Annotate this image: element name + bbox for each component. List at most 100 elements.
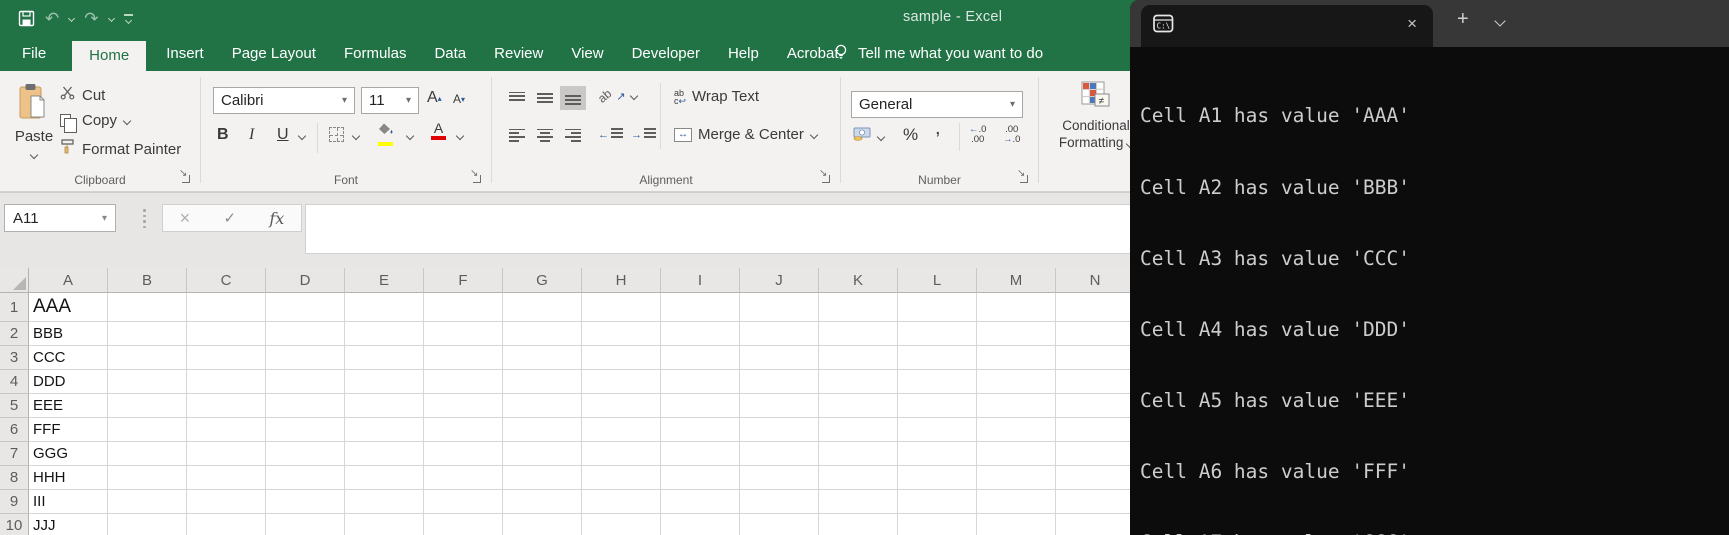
tab-dropdown-chevron-icon[interactable] bbox=[1494, 15, 1505, 26]
name-box[interactable]: A11 ▾ bbox=[4, 204, 116, 232]
row-header-2[interactable]: 2 bbox=[0, 322, 29, 346]
number-format-select[interactable]: General ▾ bbox=[851, 91, 1023, 118]
decrease-indent-button[interactable]: ← bbox=[598, 128, 623, 141]
font-color-button[interactable]: A bbox=[431, 122, 446, 140]
merge-center-button[interactable]: ↔ Merge & Center bbox=[674, 126, 817, 143]
column-header-H[interactable]: H bbox=[582, 268, 661, 293]
cell-A9[interactable]: III bbox=[29, 490, 108, 514]
font-name-select[interactable]: Calibri ▾ bbox=[213, 87, 355, 114]
row-header-5[interactable]: 5 bbox=[0, 394, 29, 418]
tab-close-icon[interactable]: × bbox=[1407, 15, 1417, 32]
row-header-4[interactable]: 4 bbox=[0, 370, 29, 394]
number-dialog-launcher-icon[interactable]: ↘ bbox=[1017, 172, 1029, 184]
align-right-button[interactable] bbox=[560, 123, 586, 147]
column-header-G[interactable]: G bbox=[503, 268, 582, 293]
middle-align-button[interactable] bbox=[532, 86, 558, 110]
cell-A3[interactable]: CCC bbox=[29, 346, 108, 370]
formula-input[interactable] bbox=[305, 204, 1135, 254]
tab-view[interactable]: View bbox=[557, 36, 617, 71]
underline-dropdown-icon[interactable] bbox=[298, 132, 306, 140]
bold-button[interactable]: B bbox=[217, 126, 229, 144]
column-header-F[interactable]: F bbox=[424, 268, 503, 293]
increase-indent-button[interactable]: → bbox=[631, 128, 656, 141]
customize-quick-access-icon[interactable] bbox=[124, 14, 133, 23]
column-header-B[interactable]: B bbox=[108, 268, 187, 293]
save-icon[interactable] bbox=[18, 10, 35, 27]
increase-decimal-button[interactable]: ←.0.00 bbox=[969, 125, 986, 144]
row-header-8[interactable]: 8 bbox=[0, 466, 29, 490]
column-header-N[interactable]: N bbox=[1056, 268, 1130, 293]
column-header-I[interactable]: I bbox=[661, 268, 740, 293]
tab-help[interactable]: Help bbox=[714, 36, 773, 71]
tab-review[interactable]: Review bbox=[480, 36, 557, 71]
column-header-J[interactable]: J bbox=[740, 268, 819, 293]
column-header-L[interactable]: L bbox=[898, 268, 977, 293]
redo-dropdown-icon[interactable] bbox=[107, 14, 114, 21]
tab-insert[interactable]: Insert bbox=[152, 36, 218, 71]
comma-style-button[interactable]: , bbox=[935, 123, 941, 133]
bottom-align-button[interactable] bbox=[560, 86, 586, 110]
redo-icon[interactable]: ↷ bbox=[84, 10, 98, 27]
undo-dropdown-icon[interactable] bbox=[68, 14, 75, 21]
new-tab-icon[interactable]: + bbox=[1457, 9, 1469, 29]
paste-button[interactable]: Paste bbox=[10, 83, 58, 163]
row-header-6[interactable]: 6 bbox=[0, 418, 29, 442]
align-left-button[interactable] bbox=[504, 123, 530, 147]
fill-color-button[interactable] bbox=[377, 123, 394, 146]
orientation-button[interactable]: ab ↗ bbox=[598, 89, 637, 103]
wrap-text-button[interactable]: abc↩ Wrap Text bbox=[674, 88, 759, 105]
top-align-button[interactable] bbox=[504, 86, 530, 110]
enter-icon[interactable]: ✓ bbox=[223, 209, 236, 227]
decrease-decimal-button[interactable]: .00→.0 bbox=[1003, 125, 1020, 144]
font-dialog-launcher-icon[interactable]: ↘ bbox=[470, 172, 482, 184]
align-center-button[interactable] bbox=[532, 123, 558, 147]
terminal-output[interactable]: Cell A1 has value 'AAA' Cell A2 has valu… bbox=[1130, 47, 1729, 535]
tab-data[interactable]: Data bbox=[420, 36, 480, 71]
cut-button[interactable]: Cut bbox=[60, 85, 105, 105]
alignment-dialog-launcher-icon[interactable]: ↘ bbox=[819, 172, 831, 184]
cell-A7[interactable]: GGG bbox=[29, 442, 108, 466]
column-header-M[interactable]: M bbox=[977, 268, 1056, 293]
insert-function-icon[interactable]: fx bbox=[269, 209, 284, 228]
fill-color-dropdown-icon[interactable] bbox=[406, 132, 414, 140]
undo-icon[interactable]: ↶ bbox=[45, 10, 59, 27]
borders-button[interactable] bbox=[329, 127, 344, 142]
cell-A10[interactable]: JJJ bbox=[29, 514, 108, 535]
copy-button[interactable]: Copy bbox=[60, 112, 130, 129]
cancel-icon[interactable]: × bbox=[180, 208, 191, 229]
conditional-formatting-button[interactable]: ≠ Conditional Formatting bbox=[1053, 81, 1139, 150]
tab-home[interactable]: Home bbox=[72, 41, 146, 71]
tab-file[interactable]: File bbox=[8, 36, 60, 71]
borders-dropdown-icon[interactable] bbox=[352, 132, 360, 140]
row-header-7[interactable]: 7 bbox=[0, 442, 29, 466]
cell-A1[interactable]: AAA bbox=[29, 293, 108, 322]
column-header-K[interactable]: K bbox=[819, 268, 898, 293]
format-painter-button[interactable]: Format Painter bbox=[60, 139, 181, 159]
row-header-9[interactable]: 9 bbox=[0, 490, 29, 514]
row-header-10[interactable]: 10 bbox=[0, 514, 29, 535]
clipboard-dialog-launcher-icon[interactable]: ↘ bbox=[179, 172, 191, 184]
column-header-A[interactable]: A bbox=[29, 268, 108, 293]
percent-style-button[interactable]: % bbox=[903, 125, 918, 145]
accounting-format-button[interactable] bbox=[853, 127, 884, 146]
tab-page-layout[interactable]: Page Layout bbox=[218, 36, 330, 71]
column-header-C[interactable]: C bbox=[187, 268, 266, 293]
decrease-font-size-button[interactable]: A▾ bbox=[453, 92, 465, 106]
row-header-1[interactable]: 1 bbox=[0, 293, 29, 322]
select-all-button[interactable] bbox=[0, 268, 29, 293]
formula-bar-resize-dots-icon[interactable] bbox=[143, 209, 146, 228]
font-size-select[interactable]: 11 ▾ bbox=[361, 87, 419, 114]
column-header-D[interactable]: D bbox=[266, 268, 345, 293]
terminal-tab[interactable]: C:\ × bbox=[1141, 5, 1433, 47]
tab-developer[interactable]: Developer bbox=[618, 36, 714, 71]
tell-me-box[interactable]: Tell me what you want to do bbox=[833, 36, 1043, 71]
tab-formulas[interactable]: Formulas bbox=[330, 36, 421, 71]
increase-font-size-button[interactable]: A▴ bbox=[427, 89, 442, 107]
cell-A5[interactable]: EEE bbox=[29, 394, 108, 418]
underline-button[interactable]: U bbox=[277, 126, 289, 144]
cell-A8[interactable]: HHH bbox=[29, 466, 108, 490]
column-header-E[interactable]: E bbox=[345, 268, 424, 293]
cell-A6[interactable]: FFF bbox=[29, 418, 108, 442]
row-header-3[interactable]: 3 bbox=[0, 346, 29, 370]
italic-button[interactable]: I bbox=[249, 126, 254, 144]
